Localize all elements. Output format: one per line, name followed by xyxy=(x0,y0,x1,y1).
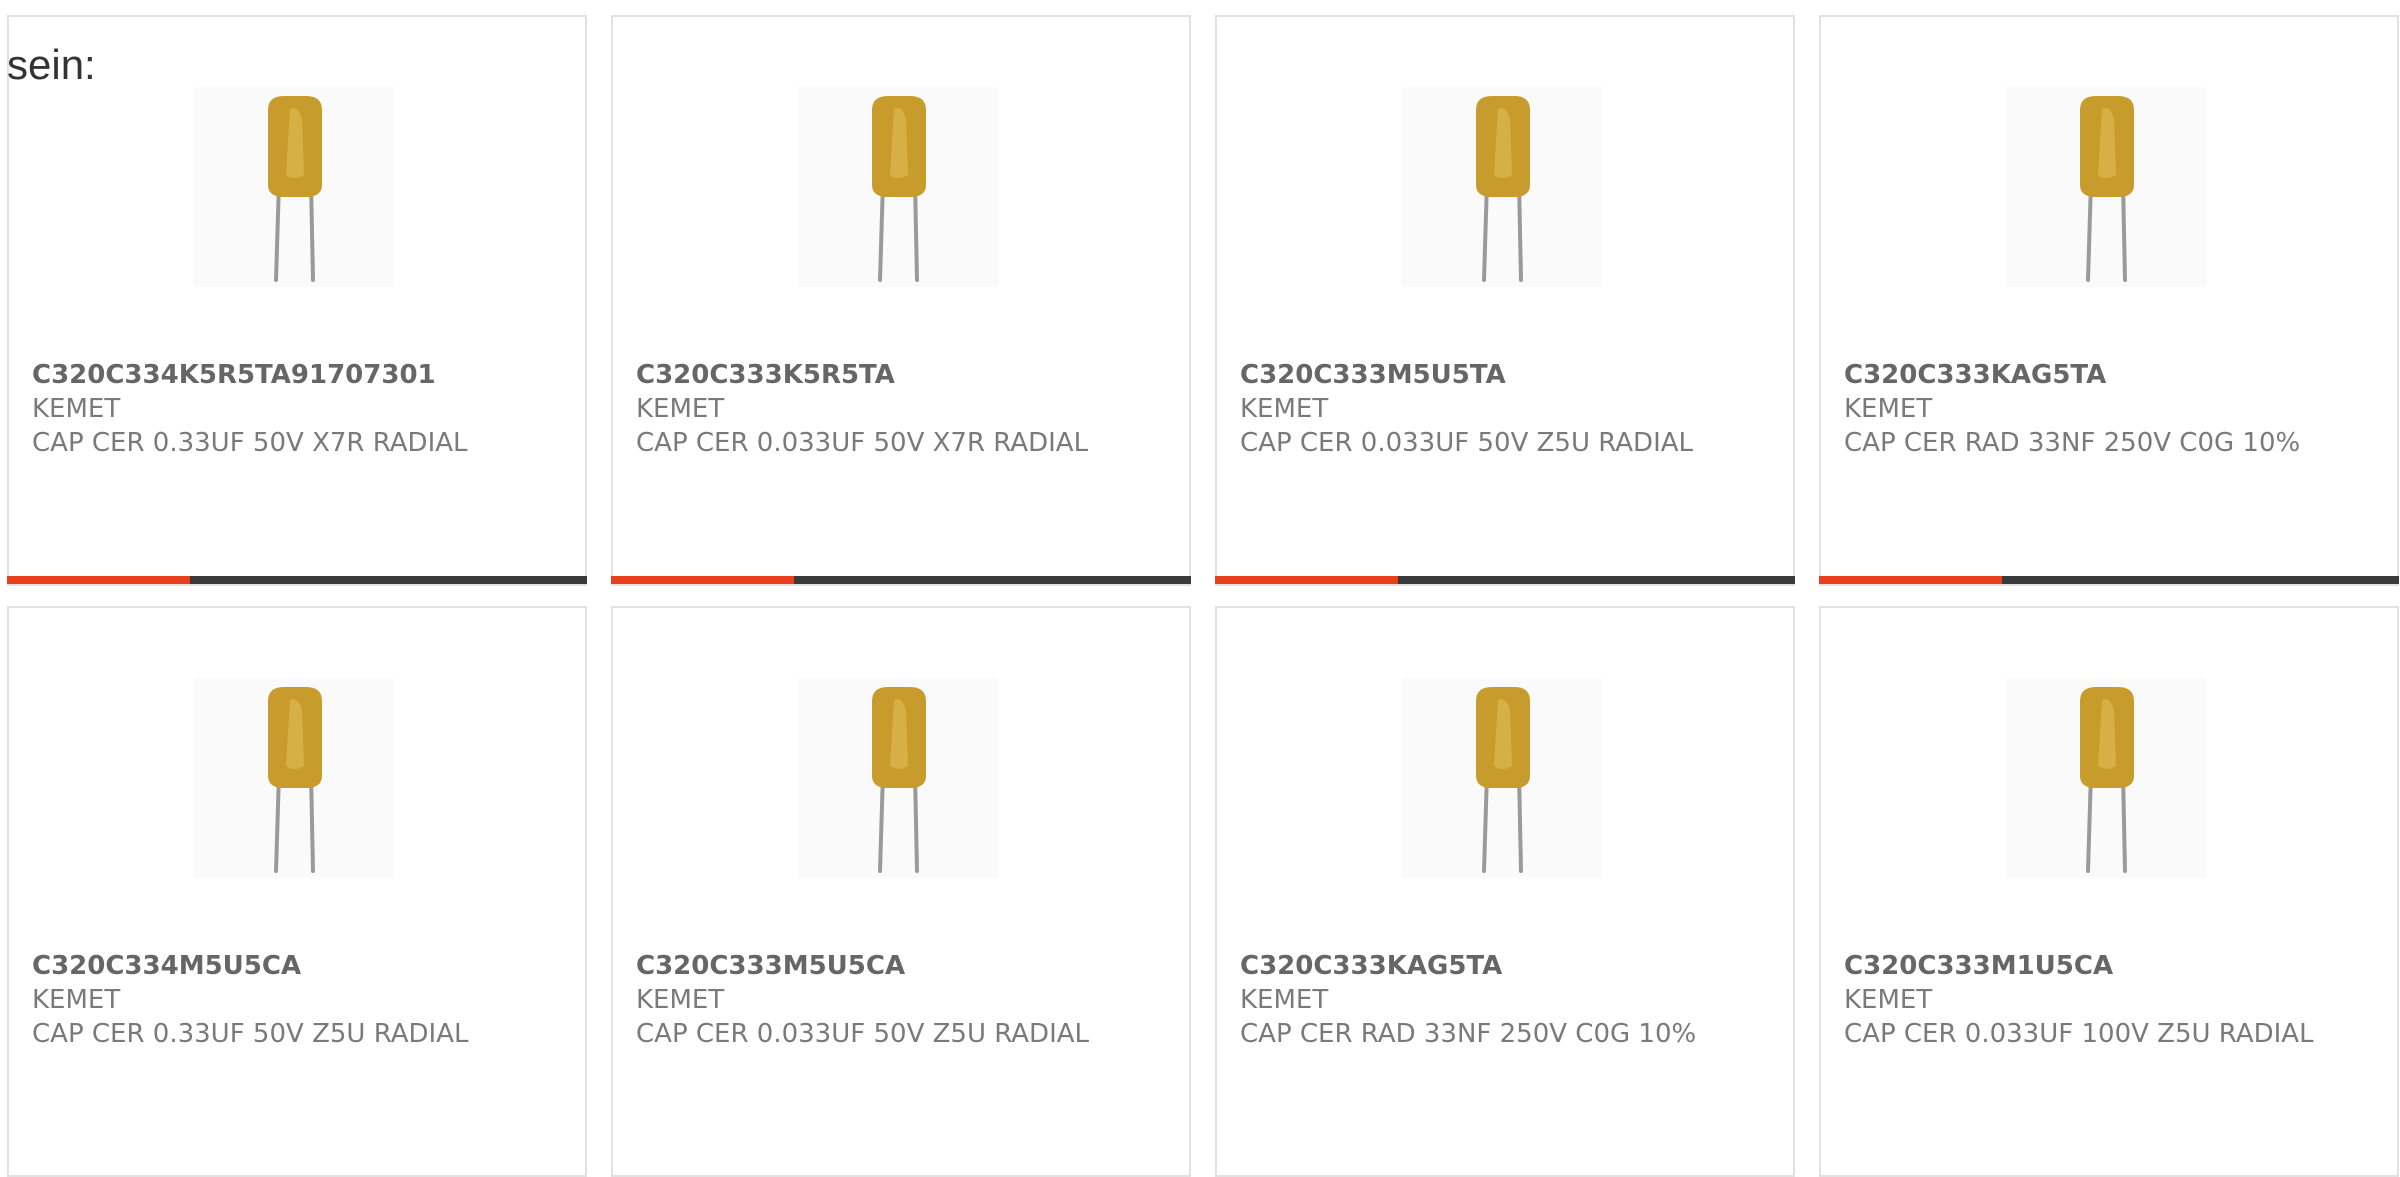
capacitor-image[interactable] xyxy=(194,678,394,878)
product-grid: C320C334K5R5TA91707301 KEMET CAP CER 0.3… xyxy=(7,15,2399,1177)
part-number[interactable]: C320C333M5U5TA xyxy=(1240,358,1765,392)
capacitor-icon xyxy=(1476,96,1530,282)
capacitor-image[interactable] xyxy=(1402,87,1602,287)
part-number[interactable]: C320C333M5U5CA xyxy=(636,949,1161,983)
progress-fill xyxy=(611,576,794,584)
product-description: CAP CER 0.033UF 50V Z5U RADIAL xyxy=(636,1019,1090,1049)
capacitor-image[interactable] xyxy=(194,87,394,287)
product-card[interactable]: C320C333KAG5TA KEMET CAP CER RAD 33NF 25… xyxy=(1819,15,2399,586)
capacitor-icon xyxy=(2080,96,2134,282)
product-info: C320C334M5U5CA KEMET CAP CER 0.33UF 50V … xyxy=(32,949,557,1051)
manufacturer: KEMET xyxy=(1240,985,1329,1015)
progress-bar xyxy=(1215,576,1795,584)
part-number[interactable]: C320C333KAG5TA xyxy=(1240,949,1765,983)
product-card[interactable]: C320C333K5R5TA KEMET CAP CER 0.033UF 50V… xyxy=(611,15,1191,586)
product-description: CAP CER 0.033UF 100V Z5U RADIAL xyxy=(1844,1019,2314,1049)
product-info: C320C333M5U5TA KEMET CAP CER 0.033UF 50V… xyxy=(1240,358,1765,460)
capacitor-image[interactable] xyxy=(2006,678,2206,878)
product-card[interactable]: C320C333KAG5TA KEMET CAP CER RAD 33NF 25… xyxy=(1215,606,1795,1177)
product-description: CAP CER 0.33UF 50V Z5U RADIAL xyxy=(32,1019,469,1049)
manufacturer: KEMET xyxy=(32,985,121,1015)
manufacturer: KEMET xyxy=(636,394,725,424)
capacitor-icon xyxy=(1476,687,1530,873)
part-number[interactable]: C320C333KAG5TA xyxy=(1844,358,2369,392)
product-info: C320C333M5U5CA KEMET CAP CER 0.033UF 50V… xyxy=(636,949,1161,1051)
product-card[interactable]: C320C333M1U5CA KEMET CAP CER 0.033UF 100… xyxy=(1819,606,2399,1177)
manufacturer: KEMET xyxy=(32,394,121,424)
product-info: C320C333M1U5CA KEMET CAP CER 0.033UF 100… xyxy=(1844,949,2369,1051)
part-number[interactable]: C320C334M5U5CA xyxy=(32,949,557,983)
capacitor-icon xyxy=(872,687,926,873)
capacitor-image[interactable] xyxy=(2006,87,2206,287)
part-number[interactable]: C320C333K5R5TA xyxy=(636,358,1161,392)
progress-bar xyxy=(611,576,1191,584)
capacitor-icon xyxy=(2080,687,2134,873)
manufacturer: KEMET xyxy=(1844,394,1933,424)
product-card[interactable]: C320C334M5U5CA KEMET CAP CER 0.33UF 50V … xyxy=(7,606,587,1177)
product-description: CAP CER 0.033UF 50V X7R RADIAL xyxy=(636,428,1089,458)
part-number[interactable]: C320C333M1U5CA xyxy=(1844,949,2369,983)
product-card[interactable]: C320C333M5U5TA KEMET CAP CER 0.033UF 50V… xyxy=(1215,15,1795,586)
product-card[interactable]: C320C333M5U5CA KEMET CAP CER 0.033UF 50V… xyxy=(611,606,1191,1177)
product-card[interactable]: C320C334K5R5TA91707301 KEMET CAP CER 0.3… xyxy=(7,15,587,586)
progress-fill xyxy=(7,576,190,584)
product-info: C320C333KAG5TA KEMET CAP CER RAD 33NF 25… xyxy=(1240,949,1765,1051)
product-description: CAP CER 0.33UF 50V X7R RADIAL xyxy=(32,428,468,458)
manufacturer: KEMET xyxy=(1844,985,1933,1015)
manufacturer: KEMET xyxy=(636,985,725,1015)
capacitor-icon xyxy=(268,96,322,282)
part-number[interactable]: C320C334K5R5TA91707301 xyxy=(32,358,557,392)
product-info: C320C334K5R5TA91707301 KEMET CAP CER 0.3… xyxy=(32,358,557,460)
capacitor-image[interactable] xyxy=(1402,678,1602,878)
progress-fill xyxy=(1819,576,2002,584)
product-description: CAP CER RAD 33NF 250V C0G 10% xyxy=(1240,1019,1697,1049)
manufacturer: KEMET xyxy=(1240,394,1329,424)
product-description: CAP CER 0.033UF 50V Z5U RADIAL xyxy=(1240,428,1694,458)
capacitor-icon xyxy=(872,96,926,282)
product-info: C320C333K5R5TA KEMET CAP CER 0.033UF 50V… xyxy=(636,358,1161,460)
product-info: C320C333KAG5TA KEMET CAP CER RAD 33NF 25… xyxy=(1844,358,2369,460)
capacitor-image[interactable] xyxy=(798,678,998,878)
product-description: CAP CER RAD 33NF 250V C0G 10% xyxy=(1844,428,2301,458)
intro-text: sein: xyxy=(7,41,96,88)
progress-fill xyxy=(1215,576,1398,584)
progress-bar xyxy=(7,576,587,584)
capacitor-image[interactable] xyxy=(798,87,998,287)
progress-bar xyxy=(1819,576,2399,584)
capacitor-icon xyxy=(268,687,322,873)
